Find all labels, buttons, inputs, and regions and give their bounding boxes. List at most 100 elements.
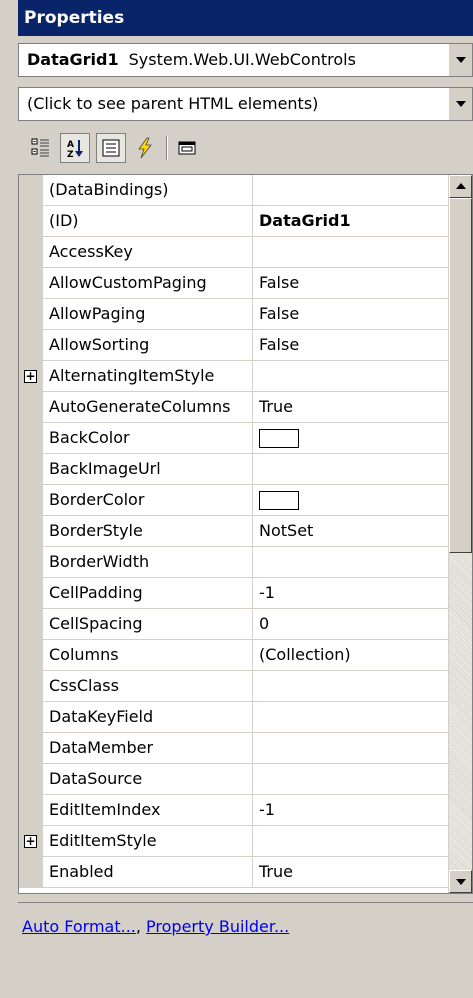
property-row[interactable]: + AlternatingItemStyle bbox=[19, 361, 449, 392]
property-row[interactable]: BackImageUrl bbox=[19, 454, 449, 485]
dropdown-arrow-icon[interactable] bbox=[448, 88, 472, 120]
property-row[interactable]: Enabled True bbox=[19, 857, 449, 888]
property-name[interactable]: EditItemIndex bbox=[43, 795, 253, 826]
property-name[interactable]: AccessKey bbox=[43, 237, 253, 268]
property-name[interactable]: (DataBindings) bbox=[43, 175, 253, 206]
property-name[interactable]: BorderWidth bbox=[43, 547, 253, 578]
property-builder-link[interactable]: Property Builder... bbox=[146, 917, 289, 936]
row-margin bbox=[19, 547, 43, 578]
expand-plus-icon[interactable]: + bbox=[24, 835, 37, 848]
property-name[interactable]: BackColor bbox=[43, 423, 253, 454]
property-value[interactable] bbox=[253, 175, 449, 206]
properties-icon bbox=[102, 139, 120, 157]
property-row[interactable]: AutoGenerateColumns True bbox=[19, 392, 449, 423]
property-pages-button[interactable] bbox=[172, 133, 202, 163]
color-swatch bbox=[259, 429, 299, 448]
scroll-down-icon[interactable] bbox=[449, 870, 472, 893]
property-value[interactable] bbox=[253, 764, 449, 795]
property-row[interactable]: BackColor bbox=[19, 423, 449, 454]
properties-window: Properties DataGrid1 System.Web.UI.WebCon… bbox=[0, 0, 473, 998]
property-name[interactable]: BorderColor bbox=[43, 485, 253, 516]
property-row[interactable]: DataMember bbox=[19, 733, 449, 764]
property-name[interactable]: AlternatingItemStyle bbox=[43, 361, 253, 392]
property-value[interactable] bbox=[253, 733, 449, 764]
object-selector[interactable]: DataGrid1 System.Web.UI.WebControls bbox=[18, 43, 473, 77]
property-name[interactable]: CssClass bbox=[43, 671, 253, 702]
property-value[interactable] bbox=[253, 826, 449, 857]
property-value[interactable]: True bbox=[253, 392, 449, 423]
row-margin bbox=[19, 857, 43, 888]
row-margin bbox=[19, 640, 43, 671]
property-row[interactable]: DataSource bbox=[19, 764, 449, 795]
property-value[interactable]: -1 bbox=[253, 578, 449, 609]
property-name[interactable]: BorderStyle bbox=[43, 516, 253, 547]
property-name[interactable]: AllowSorting bbox=[43, 330, 253, 361]
dropdown-arrow-icon[interactable] bbox=[448, 44, 472, 76]
property-value[interactable] bbox=[253, 454, 449, 485]
property-row[interactable]: CellPadding -1 bbox=[19, 578, 449, 609]
property-value[interactable]: True bbox=[253, 857, 449, 888]
property-value[interactable]: False bbox=[253, 299, 449, 330]
alphabetical-button[interactable]: A Z bbox=[60, 133, 90, 163]
row-margin bbox=[19, 237, 43, 268]
property-row[interactable]: CssClass bbox=[19, 671, 449, 702]
row-margin bbox=[19, 454, 43, 485]
property-value[interactable] bbox=[253, 702, 449, 733]
categorized-button[interactable] bbox=[26, 133, 56, 163]
property-name[interactable]: CellPadding bbox=[43, 578, 253, 609]
scroll-up-icon[interactable] bbox=[449, 175, 472, 198]
properties-button[interactable] bbox=[96, 133, 126, 163]
property-row[interactable]: BorderStyle NotSet bbox=[19, 516, 449, 547]
parent-elements-selector[interactable]: (Click to see parent HTML elements) bbox=[18, 87, 473, 121]
vertical-scrollbar[interactable] bbox=[448, 175, 472, 893]
verbs-separator: , bbox=[135, 917, 147, 936]
property-value[interactable]: NotSet bbox=[253, 516, 449, 547]
property-value[interactable] bbox=[253, 547, 449, 578]
events-button[interactable] bbox=[130, 133, 160, 163]
row-margin bbox=[19, 609, 43, 640]
row-margin bbox=[19, 671, 43, 702]
property-value[interactable] bbox=[253, 237, 449, 268]
property-value[interactable]: False bbox=[253, 330, 449, 361]
property-row[interactable]: Columns (Collection) bbox=[19, 640, 449, 671]
property-name[interactable]: DataKeyField bbox=[43, 702, 253, 733]
scroll-thumb[interactable] bbox=[449, 198, 472, 553]
property-row[interactable]: EditItemIndex -1 bbox=[19, 795, 449, 826]
property-value[interactable]: 0 bbox=[253, 609, 449, 640]
svg-text:Z: Z bbox=[67, 150, 74, 159]
property-row[interactable]: AllowSorting False bbox=[19, 330, 449, 361]
property-row[interactable]: DataKeyField bbox=[19, 702, 449, 733]
property-value[interactable]: DataGrid1 bbox=[253, 206, 449, 237]
property-row[interactable]: AccessKey bbox=[19, 237, 449, 268]
property-row[interactable]: + EditItemStyle bbox=[19, 826, 449, 857]
property-value[interactable]: False bbox=[253, 268, 449, 299]
row-margin bbox=[19, 175, 43, 206]
property-row[interactable]: (DataBindings) bbox=[19, 175, 449, 206]
property-name[interactable]: EditItemStyle bbox=[43, 826, 253, 857]
property-name[interactable]: CellSpacing bbox=[43, 609, 253, 640]
property-name[interactable]: Columns bbox=[43, 640, 253, 671]
property-name[interactable]: AllowCustomPaging bbox=[43, 268, 253, 299]
property-row[interactable]: CellSpacing 0 bbox=[19, 609, 449, 640]
property-name[interactable]: DataMember bbox=[43, 733, 253, 764]
property-row[interactable]: BorderColor bbox=[19, 485, 449, 516]
property-value[interactable]: -1 bbox=[253, 795, 449, 826]
property-name[interactable]: AllowPaging bbox=[43, 299, 253, 330]
expand-plus-icon[interactable]: + bbox=[24, 370, 37, 383]
property-name[interactable]: AutoGenerateColumns bbox=[43, 392, 253, 423]
property-row[interactable]: (ID) DataGrid1 bbox=[19, 206, 449, 237]
property-grid[interactable]: (DataBindings) (ID) DataGrid1 AccessKey Allo… bbox=[18, 174, 473, 894]
property-row[interactable]: AllowCustomPaging False bbox=[19, 268, 449, 299]
row-margin: + bbox=[19, 826, 43, 857]
property-name[interactable]: DataSource bbox=[43, 764, 253, 795]
property-value[interactable] bbox=[253, 671, 449, 702]
property-row[interactable]: BorderWidth bbox=[19, 547, 449, 578]
property-value[interactable]: (Collection) bbox=[253, 640, 449, 671]
property-value[interactable] bbox=[253, 361, 449, 392]
property-name[interactable]: BackImageUrl bbox=[43, 454, 253, 485]
auto-format-link[interactable]: Auto Format... bbox=[22, 917, 136, 936]
property-row[interactable]: AllowPaging False bbox=[19, 299, 449, 330]
property-name[interactable]: (ID) bbox=[43, 206, 253, 237]
row-margin bbox=[19, 392, 43, 423]
property-name[interactable]: Enabled bbox=[43, 857, 253, 888]
